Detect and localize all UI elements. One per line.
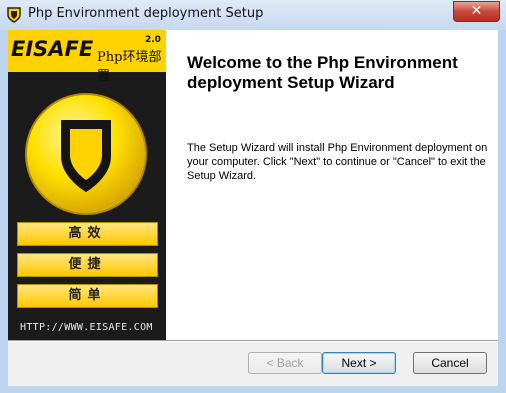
close-icon: ✕ xyxy=(470,3,483,19)
close-button[interactable]: ✕ xyxy=(453,1,500,22)
welcome-heading: Welcome to the Php Environment deploymen… xyxy=(187,53,458,92)
cancel-button[interactable]: Cancel xyxy=(413,352,487,374)
shield-app-icon xyxy=(7,7,21,23)
brand-subtitle: Php环境部署 xyxy=(97,50,162,84)
title-bar[interactable]: Php Environment deployment Setup ✕ xyxy=(0,0,506,30)
site-url: HTTP://WWW.EISAFE.COM xyxy=(20,322,153,333)
brand-version: 2.0 xyxy=(145,35,161,45)
brand-logo: EISAFE xyxy=(11,37,94,61)
feature-button-efficient: 高效 xyxy=(17,222,158,246)
shield-icon xyxy=(25,93,147,215)
footer-divider xyxy=(8,340,498,342)
feature-button-simple: 简单 xyxy=(17,284,158,308)
feature-button-convenient: 便捷 xyxy=(17,253,158,277)
client-area: EISAFE Php环境部署 2.0 高效 便捷 简单 HTTP://WWW.E… xyxy=(8,30,498,386)
next-button[interactable]: Next > xyxy=(322,352,396,374)
welcome-body: The Setup Wizard will install Php Enviro… xyxy=(187,142,488,182)
welcome-panel: Welcome to the Php Environment deploymen… xyxy=(166,30,498,340)
back-button[interactable]: < Back xyxy=(248,352,322,374)
banner-sidebar: EISAFE Php环境部署 2.0 高效 便捷 简单 HTTP://WWW.E… xyxy=(8,30,166,340)
window-title: Php Environment deployment Setup xyxy=(28,6,264,21)
setup-window: Php Environment deployment Setup ✕ EISAF… xyxy=(0,0,506,393)
brand-bar: EISAFE Php环境部署 2.0 xyxy=(8,30,166,84)
